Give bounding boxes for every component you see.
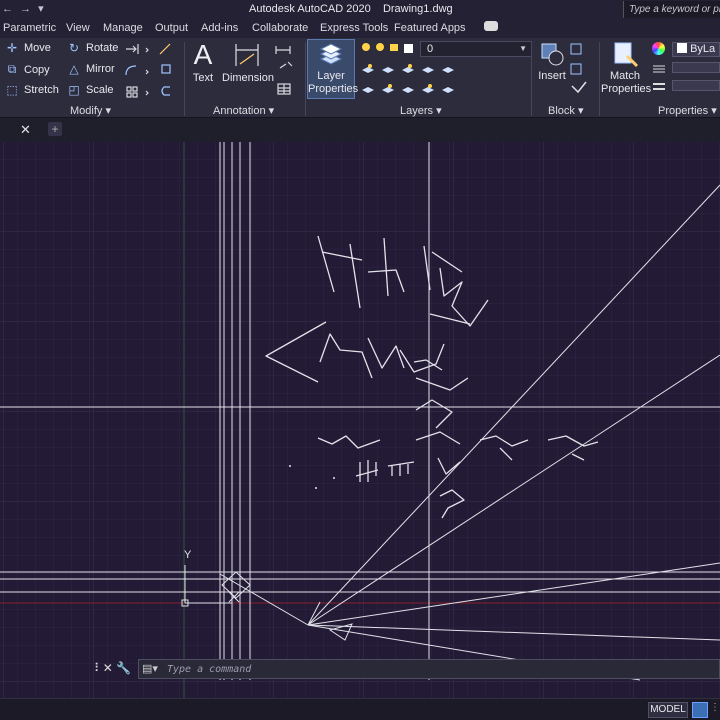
layer-state-icons[interactable] <box>360 41 418 55</box>
dimension-icon <box>235 44 259 66</box>
lineweight-icons[interactable] <box>652 62 666 98</box>
block-panel-label[interactable]: Block ▾ <box>548 104 583 117</box>
text-icon: A <box>193 39 213 70</box>
ribbon-tabs: Parametric View Manage Output Add-ins Co… <box>0 20 720 38</box>
layer-tools-icons[interactable] <box>358 62 458 100</box>
tab-overflow-icon[interactable] <box>484 21 498 31</box>
annotation-tools-icons[interactable] <box>274 42 302 100</box>
match-properties-button[interactable]: Match Properties <box>601 40 651 96</box>
divider <box>531 42 532 116</box>
text-button[interactable]: A Text <box>190 40 216 85</box>
status-more-icon[interactable]: ⋮ <box>710 702 720 718</box>
mirror-icon: △ <box>69 62 79 76</box>
title-bar: ← → ▾ Autodesk AutoCAD 2020 Drawing1.dwg… <box>0 0 720 20</box>
layer-properties-icon <box>319 43 343 65</box>
layer-properties-button[interactable]: Layer Properties <box>307 39 358 99</box>
insert-icon <box>541 43 564 66</box>
new-tab-button[interactable]: + <box>48 122 62 136</box>
stretch-button[interactable]: ⬚ Stretch <box>4 83 59 97</box>
block-tools-icons[interactable] <box>568 42 590 100</box>
status-bar: MODEL ⋮ <box>0 698 720 720</box>
modify-panel-label[interactable]: Modify ▾ <box>70 104 111 117</box>
window-title: Autodesk AutoCAD 2020 Drawing1.dwg <box>249 3 453 15</box>
major-grid <box>0 142 720 700</box>
move-icon: ✛ <box>6 41 18 55</box>
command-line-controls[interactable]: ⠇✕ 🔧 <box>94 661 131 675</box>
linetype-dropdown[interactable] <box>672 80 720 91</box>
move-button[interactable]: ✛ Move <box>4 41 51 55</box>
layers-panel-label[interactable]: Layers ▾ <box>400 104 442 117</box>
layer-dropdown[interactable]: 0 ▼ <box>420 41 532 57</box>
dimension-button[interactable]: Dimension <box>222 40 274 85</box>
scale-icon: ◰ <box>68 83 80 97</box>
ucs-y-label: Y <box>184 549 192 561</box>
rotate-icon: ↻ <box>68 41 80 55</box>
stretch-icon: ⬚ <box>6 83 18 97</box>
grid-toggle-icon[interactable] <box>692 702 708 718</box>
command-input[interactable] <box>167 662 667 677</box>
tab-featured-apps[interactable]: Featured Apps <box>394 22 466 34</box>
model-space-button[interactable]: MODEL <box>648 702 688 718</box>
scale-button[interactable]: ◰ Scale <box>66 83 113 97</box>
tab-view[interactable]: View <box>66 22 90 34</box>
tab-output[interactable]: Output <box>155 22 188 34</box>
tab-manage[interactable]: Manage <box>103 22 143 34</box>
rotate-button[interactable]: ↻ Rotate <box>66 41 118 55</box>
command-line: ⠇✕ 🔧 ▤▾ <box>94 658 720 680</box>
command-box[interactable]: ▤▾ <box>138 659 720 679</box>
color-dropdown[interactable]: ByLa <box>672 42 720 57</box>
insert-button[interactable]: Insert <box>535 40 569 83</box>
search-field[interactable]: Type a keyword or phrase <box>623 1 720 18</box>
annotation-panel-label[interactable]: Annotation ▾ <box>213 104 274 117</box>
properties-panel-label[interactable]: Properties ▾ <box>658 104 717 117</box>
ribbon: ✛ Move ↻ Rotate ⧉ Copy △ Mirror ⬚ Stretc… <box>0 38 720 118</box>
copy-button[interactable]: ⧉ Copy <box>4 62 50 77</box>
lineweight-dropdown[interactable] <box>672 62 720 73</box>
mirror-button[interactable]: △ Mirror <box>66 62 114 76</box>
color-swatch <box>677 43 687 53</box>
match-properties-icon <box>614 42 639 68</box>
divider <box>184 42 185 116</box>
command-history-icon[interactable]: ▤▾ <box>142 662 158 675</box>
document-tabs: ✕ + <box>0 118 720 142</box>
divider <box>305 42 306 116</box>
color-wheel-icon[interactable] <box>652 42 665 55</box>
tab-add-ins[interactable]: Add-ins <box>201 22 238 34</box>
drawing-canvas[interactable]: Y <box>0 142 720 700</box>
tab-parametric[interactable]: Parametric <box>3 22 56 34</box>
close-tab-icon[interactable]: ✕ <box>20 122 31 138</box>
quick-access-toolbar[interactable]: ← → ▾ <box>2 2 46 15</box>
divider <box>599 42 600 116</box>
modify-tools-icons[interactable] <box>124 41 182 101</box>
tab-collaborate[interactable]: Collaborate <box>252 22 308 34</box>
copy-icon: ⧉ <box>7 62 17 76</box>
tab-express-tools[interactable]: Express Tools <box>320 22 388 34</box>
chevron-down-icon: ▼ <box>519 44 527 53</box>
